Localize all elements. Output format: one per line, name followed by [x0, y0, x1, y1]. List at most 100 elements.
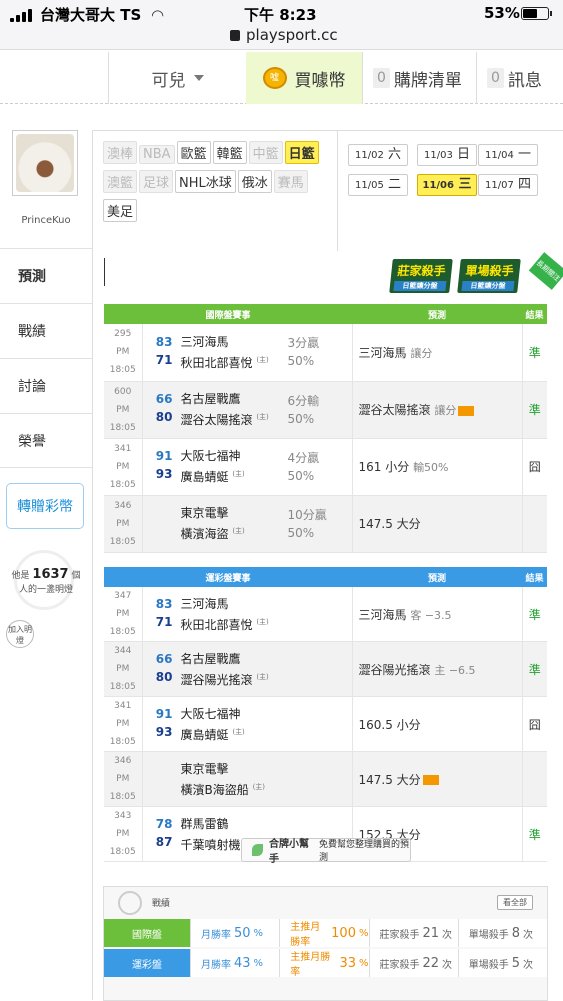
date-button[interactable]: 11/07 四 — [478, 174, 538, 196]
home-name: 澀谷太陽搖滾 (主) — [180, 413, 269, 427]
matchup: 66 名古屋戰鷹 80 澀谷陽光搖滾 (主) — [142, 641, 353, 697]
payout: 50% — [287, 354, 315, 369]
date-button[interactable]: 11/06 三 — [417, 174, 477, 196]
date-button[interactable]: 11/03 日 — [417, 144, 477, 166]
prediction-pick: 澀谷太陽搖滾 — [358, 403, 431, 417]
stat-unit: % — [253, 957, 264, 969]
target-icon — [118, 891, 142, 915]
signal-icon — [10, 8, 36, 22]
prediction[interactable]: 澀谷陽光搖滾 主 −6.5 — [352, 641, 523, 697]
monthly-win-rate: 月勝率 43% — [190, 949, 280, 977]
stat-unit: 次 — [523, 929, 534, 941]
stat-value: 22 — [422, 955, 440, 971]
banker-killer-badge: 莊家殺手 日籃讓分盤 — [389, 259, 453, 293]
home-score: 71 — [155, 614, 173, 629]
home-marker: (主) — [232, 527, 245, 535]
result: 準 — [522, 324, 547, 382]
prediction[interactable]: 澀谷太陽搖滾 讓分 — [352, 381, 523, 439]
payout: 50% — [287, 411, 315, 426]
table-row: 346 PM 18:05 東京電擊 橫濱海盜 (主) 10分贏 50% 147.5 大分 — [104, 495, 547, 553]
user-menu[interactable]: 可兒 — [108, 52, 246, 104]
purchase-list-button[interactable]: 0 購牌清單 — [362, 52, 476, 104]
ticket-helper-button[interactable]: 合牌小幫手 免費幫您整理購買的預測 — [241, 838, 411, 865]
nav-discussion[interactable]: 討論 — [0, 358, 92, 413]
matchup: 東京電擊 橫濱海盜 (主) 10分贏 50% — [142, 495, 353, 553]
single-killer-badge: 單場殺手 日籃讓分盤 — [457, 259, 521, 293]
add-lamp-button[interactable]: 加入明燈 — [6, 620, 34, 648]
avatar[interactable] — [12, 130, 78, 196]
away-team: 78 群馬雷鶴 — [143, 815, 352, 833]
coin-icon: 噓 — [262, 67, 287, 89]
away-score: 83 — [155, 596, 173, 611]
sport-tag[interactable]: NHL冰球 — [175, 170, 236, 193]
home-score: 87 — [155, 834, 173, 849]
gift-coins-button[interactable]: 轉贈彩幣 — [6, 483, 84, 529]
lamp-count: 1637 — [32, 567, 69, 582]
buy-coins-button[interactable]: 噓買噱幣 — [246, 52, 362, 104]
date-weekday: 一 — [513, 147, 531, 162]
sport-tag[interactable]: 韓籃 — [212, 141, 247, 164]
game-time: PM 18:05 — [109, 664, 136, 692]
battery-fill — [523, 9, 537, 18]
leaf-icon — [252, 844, 264, 856]
home-score: 93 — [155, 467, 173, 481]
nav-predictions[interactable]: 預測 — [0, 248, 92, 303]
game-time: PM 18:05 — [109, 461, 136, 490]
home-name: 廣島蜻蜓 (主) — [180, 727, 245, 742]
game-time: PM 18:05 — [109, 518, 136, 547]
home-score: 80 — [155, 410, 173, 424]
matchup: 東京電擊 橫濱B海盜船 (主) — [142, 751, 353, 807]
sport-tag[interactable]: 俄冰 — [237, 170, 272, 193]
date-button[interactable]: 11/05 二 — [348, 174, 408, 196]
away-name: 東京電擊 — [180, 506, 229, 520]
matchup: 66 名古屋戰鷹 80 澀谷太陽搖滾 (主) 6分輸 50% — [142, 381, 353, 439]
address-bar[interactable]: playsport.cc — [230, 26, 338, 44]
date-button[interactable]: 11/04 一 — [478, 144, 538, 166]
sport-tag[interactable]: 美足 — [103, 199, 138, 222]
nav-honors[interactable]: 榮譽 — [0, 413, 92, 468]
prediction[interactable]: 160.5 小分 — [352, 696, 523, 752]
status-bar: 台灣大哥大 TS ◠ 下午 8:23 playsport.cc 53% — [0, 0, 563, 50]
game-time: PM 18:05 — [109, 719, 136, 747]
stat-value: 43 — [234, 955, 251, 971]
date-button[interactable]: 11/02 六 — [348, 144, 408, 166]
away-score: 66 — [155, 651, 173, 666]
left-nav: 預測 戰績 討論 榮譽 — [0, 248, 92, 468]
odds: 4分贏 50% — [288, 439, 348, 495]
stat-unit: 次 — [442, 959, 453, 971]
game-id: 341 PM 18:05 — [104, 438, 143, 496]
header-result: 結果 — [522, 567, 547, 587]
nav-record[interactable]: 戰績 — [0, 303, 92, 358]
prediction[interactable]: 161 小分 輸50% — [352, 438, 523, 496]
game-time: PM 18:05 — [109, 347, 136, 376]
matchup: 91 大阪七福神 93 廣島蜻蜓 (主) 4分贏 50% — [142, 438, 353, 496]
result — [522, 751, 547, 807]
sport-tag: NBA — [139, 145, 175, 164]
spread: 4分贏 — [287, 450, 320, 465]
away-team: 83 三河海馬 — [143, 595, 352, 613]
prediction[interactable]: 147.5 大分 — [352, 751, 523, 807]
view-all-button[interactable]: 看全部 — [497, 895, 533, 910]
stat-unit: % — [358, 957, 369, 969]
matchup: 83 三河海馬 71 秋田北部喜悅 (主) 3分贏 50% — [142, 324, 353, 382]
away-score — [143, 760, 181, 778]
sport-tag[interactable]: 日籃 — [284, 141, 319, 164]
date-weekday: 二 — [383, 177, 401, 192]
away-name: 東京電擊 — [180, 761, 229, 776]
prediction[interactable]: 三河海馬 讓分 — [352, 324, 523, 382]
stat-unit: 次 — [442, 929, 453, 941]
record-row: 運彩盤 月勝率 43% 主推月勝率 33% 莊家殺手 22 次單場殺手 5 次 — [104, 949, 547, 978]
stat-value: 21 — [422, 925, 440, 941]
text-cursor — [104, 258, 105, 286]
stat-label: 主推月勝率 — [290, 952, 331, 978]
game-number: 346 — [114, 756, 132, 766]
sport-tag[interactable]: 歐籃 — [176, 141, 211, 164]
away-team: 66 名古屋戰鷹 — [143, 650, 352, 668]
stat-value: 33 — [339, 955, 356, 971]
matchup: 91 大阪七福神 93 廣島蜻蜓 (主) — [142, 696, 353, 752]
messages-button[interactable]: 0 訊息 — [476, 52, 563, 104]
hot-pick-icon — [458, 405, 475, 416]
prediction[interactable]: 147.5 大分 — [352, 495, 523, 553]
single-killer-count: 單場殺手 5 次 — [457, 949, 547, 977]
prediction[interactable]: 三河海馬 客 −3.5 — [352, 587, 523, 642]
